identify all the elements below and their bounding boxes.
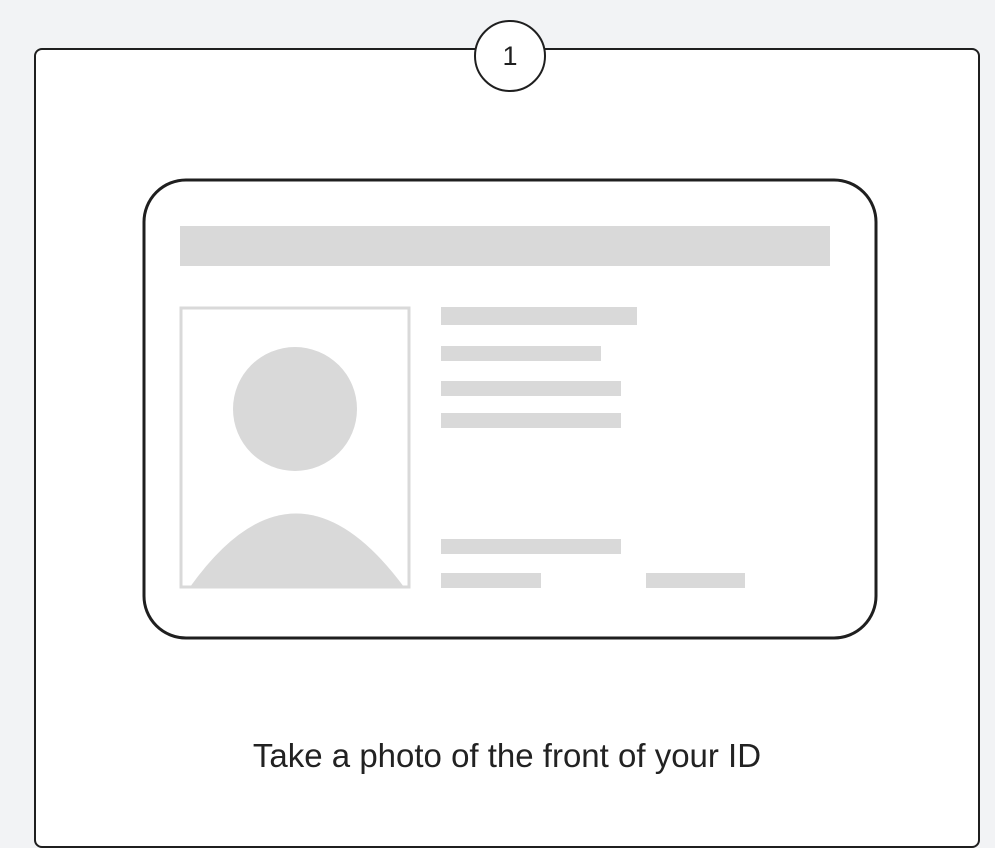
id-text-line bbox=[441, 346, 601, 361]
instruction-text: Take a photo of the front of your ID bbox=[252, 737, 762, 774]
id-text-line bbox=[441, 307, 637, 325]
id-text-line bbox=[441, 381, 621, 396]
id-text-line bbox=[646, 573, 745, 588]
id-text-line bbox=[441, 413, 621, 428]
id-text-line bbox=[441, 539, 621, 554]
step-number-badge: 1 bbox=[474, 20, 546, 92]
id-photo-frame bbox=[179, 306, 411, 589]
step-number: 1 bbox=[502, 40, 518, 71]
id-card-front-icon bbox=[142, 178, 878, 640]
id-header-bar bbox=[180, 226, 830, 266]
id-text-line bbox=[441, 573, 541, 588]
id-photo-head bbox=[233, 347, 357, 471]
